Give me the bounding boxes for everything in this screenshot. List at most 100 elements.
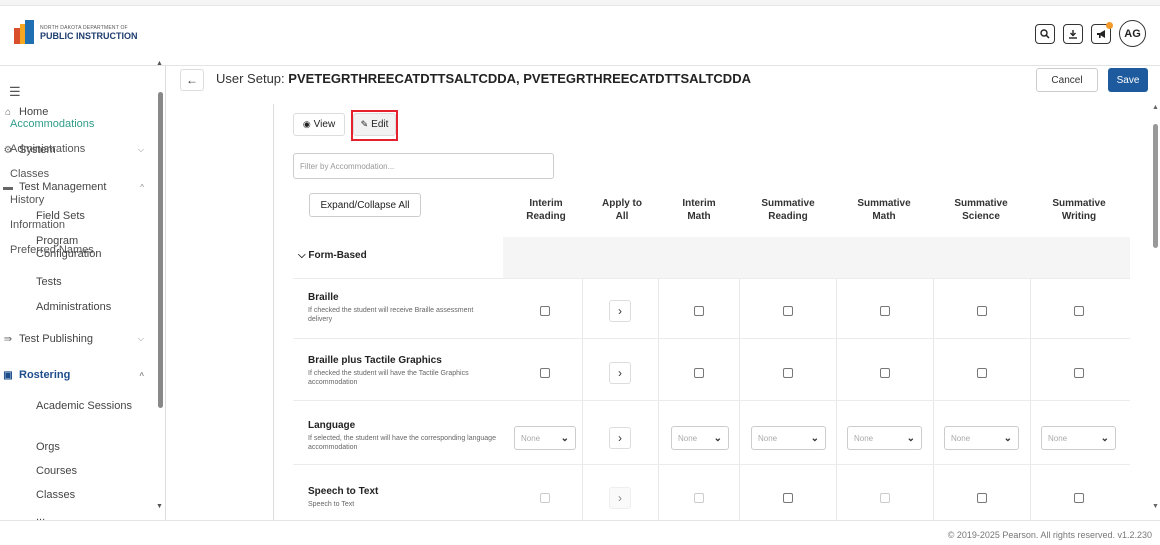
speech-summative-reading-checkbox[interactable] [783,493,793,503]
sidebar-scrollbar-thumb[interactable] [158,92,163,408]
brand-line-2: PUBLIC INSTRUCTION [40,31,138,41]
brand-logo[interactable]: NORTH DAKOTA DEPARTMENT OF PUBLIC INSTRU… [14,20,138,46]
language-interim-math-select[interactable]: None ⌄ [671,426,729,450]
view-button[interactable]: ◉ View [293,113,345,136]
sidebar-item-home[interactable]: ⌂ Home [2,106,152,118]
subnav-administrations[interactable]: Administrations [10,143,85,155]
row-divider [293,338,1130,339]
search-icon[interactable] [1035,23,1055,44]
main-scrollbar-thumb[interactable] [1153,124,1158,248]
sidebar-subitem-more[interactable]: ... [36,511,146,520]
column-divider [836,278,837,520]
speech-summative-science-checkbox[interactable] [977,493,987,503]
group-form-based[interactable]: ⌵ Form-Based [298,250,367,261]
sidebar-item-rostering[interactable]: ▣ Rostering ^ [2,369,152,381]
main-scroll-down-icon[interactable]: ▼ [1152,503,1159,510]
column-header-summative-math: Summative Math [857,198,911,222]
column-header-summative-science: Summative Science [954,198,1008,222]
sidebar-scroll-up-icon[interactable]: ▲ [156,60,163,67]
expand-collapse-all-button[interactable]: Expand/Collapse All [309,193,421,217]
publish-icon: ⇛ [3,333,13,345]
sidebar-item-test-management[interactable]: ▬ Test Management ^ [2,181,152,193]
tactile-interim-reading-checkbox[interactable] [540,368,550,378]
tactile-summative-science-checkbox[interactable] [977,368,987,378]
speech-interim-reading-checkbox[interactable] [540,493,550,503]
column-header-summative-reading: Summative Reading [761,198,815,222]
subnav-classes[interactable]: Classes [10,168,49,180]
view-label: View [313,119,336,130]
group-band [503,237,1130,278]
braille-summative-writing-checkbox[interactable] [1074,306,1084,316]
chevron-up-icon: ^ [139,370,144,380]
column-divider [933,278,934,520]
sidebar-item-label: Home [19,106,49,118]
title-user-name: PVETEGRTHREECATDTTSALTCDDA, PVETEGRTHREE… [288,71,751,86]
sidebar-subitem-classes[interactable]: Classes [36,489,146,502]
language-summative-science-select[interactable]: None ⌄ [944,426,1019,450]
row-desc-speech-to-text: Speech to Text [308,501,355,508]
column-header-interim-math: Interim Math [682,198,716,222]
language-apply-all-button[interactable]: › [609,427,631,449]
back-arrow-icon[interactable]: ← [180,69,204,91]
accommodation-filter-input[interactable]: Filter by Accommodation... [293,153,554,179]
row-title-speech-to-text: Speech to Text [308,486,379,497]
subnav-preferred-names[interactable]: Preferred Names [10,244,94,256]
sidebar-subitem-academic-sessions[interactable]: Academic Sessions [36,400,146,413]
subnav-information[interactable]: Information [10,219,65,231]
braille-interim-math-checkbox[interactable] [694,306,704,316]
sidebar-item-label: Test Management [19,181,107,193]
cancel-button[interactable]: Cancel [1036,68,1098,92]
braille-summative-reading-checkbox[interactable] [783,306,793,316]
speech-summative-writing-checkbox[interactable] [1074,493,1084,503]
row-title-braille: Braille [308,292,339,303]
sidebar-item-label: Test Publishing [19,333,93,345]
chevron-down-icon: ⌄ [810,432,819,444]
download-icon[interactable] [1063,23,1083,44]
column-divider [582,278,583,520]
language-interim-reading-select[interactable]: None ⌄ [514,426,576,450]
subnav-history[interactable]: History [10,194,44,206]
chevron-down-icon: ⌵ [137,145,144,154]
hamburger-menu-icon[interactable]: ☰ [9,84,21,100]
braille-apply-all-button[interactable]: › [609,300,631,322]
tactile-summative-reading-checkbox[interactable] [783,368,793,378]
sidebar-subitem-orgs[interactable]: Orgs [36,441,146,454]
tactile-interim-math-checkbox[interactable] [694,368,704,378]
braille-summative-science-checkbox[interactable] [977,306,987,316]
main-scroll-up-icon[interactable]: ▲ [1152,104,1159,111]
tactile-summative-math-checkbox[interactable] [880,368,890,378]
chevron-down-icon: ⌄ [560,432,569,444]
subnav-accommodations[interactable]: Accommodations [10,118,94,130]
sidebar-subitem-tests[interactable]: Tests [36,276,146,289]
column-divider [658,278,659,520]
speech-interim-math-checkbox[interactable] [694,493,704,503]
chevron-down-icon: ⌄ [1003,432,1012,444]
sidebar-scroll-down-icon[interactable]: ▼ [156,503,163,510]
tactile-summative-writing-checkbox[interactable] [1074,368,1084,378]
eye-icon: ◉ [302,119,311,129]
title-prefix: User Setup: [216,71,285,86]
column-divider [1030,278,1031,520]
sidebar-subitem-courses[interactable]: Courses [36,465,146,478]
tactile-apply-all-button[interactable]: › [609,362,631,384]
braille-summative-math-checkbox[interactable] [880,306,890,316]
column-header-summative-writing: Summative Writing [1052,198,1106,222]
page-title: User Setup: PVETEGRTHREECATDTTSALTCDDA, … [216,71,751,86]
sidebar-item-test-publishing[interactable]: ⇛ Test Publishing ⌵ [2,333,152,345]
speech-summative-math-checkbox[interactable] [880,493,890,503]
megaphone-icon[interactable] [1091,21,1113,44]
braille-interim-reading-checkbox[interactable] [540,306,550,316]
row-divider [293,400,1130,401]
language-summative-reading-select[interactable]: None ⌄ [751,426,826,450]
row-desc-braille: If checked the student will receive Brai… [308,307,474,323]
row-title-language: Language [308,420,356,431]
top-bar [0,0,1160,66]
user-avatar[interactable]: AG [1119,20,1146,47]
chevron-down-icon: ⌄ [906,432,915,444]
language-summative-writing-select[interactable]: None ⌄ [1041,426,1116,450]
speech-apply-all-button[interactable]: › [609,487,631,509]
top-actions: AG [1035,20,1146,47]
sidebar-subitem-administrations[interactable]: Administrations [36,301,146,314]
language-summative-math-select[interactable]: None ⌄ [847,426,922,450]
save-button[interactable]: Save [1108,68,1148,92]
